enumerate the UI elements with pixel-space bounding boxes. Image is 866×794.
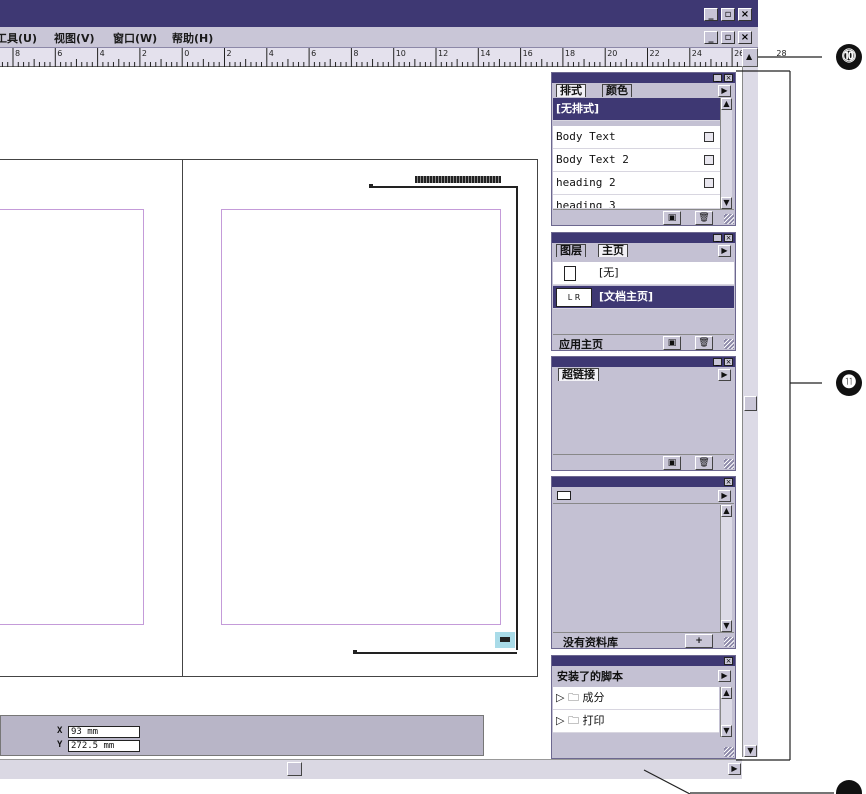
callout-leader-lines	[643, 56, 834, 794]
callout-11: ⓫	[836, 370, 862, 396]
callout-10: ⓾	[836, 44, 862, 70]
